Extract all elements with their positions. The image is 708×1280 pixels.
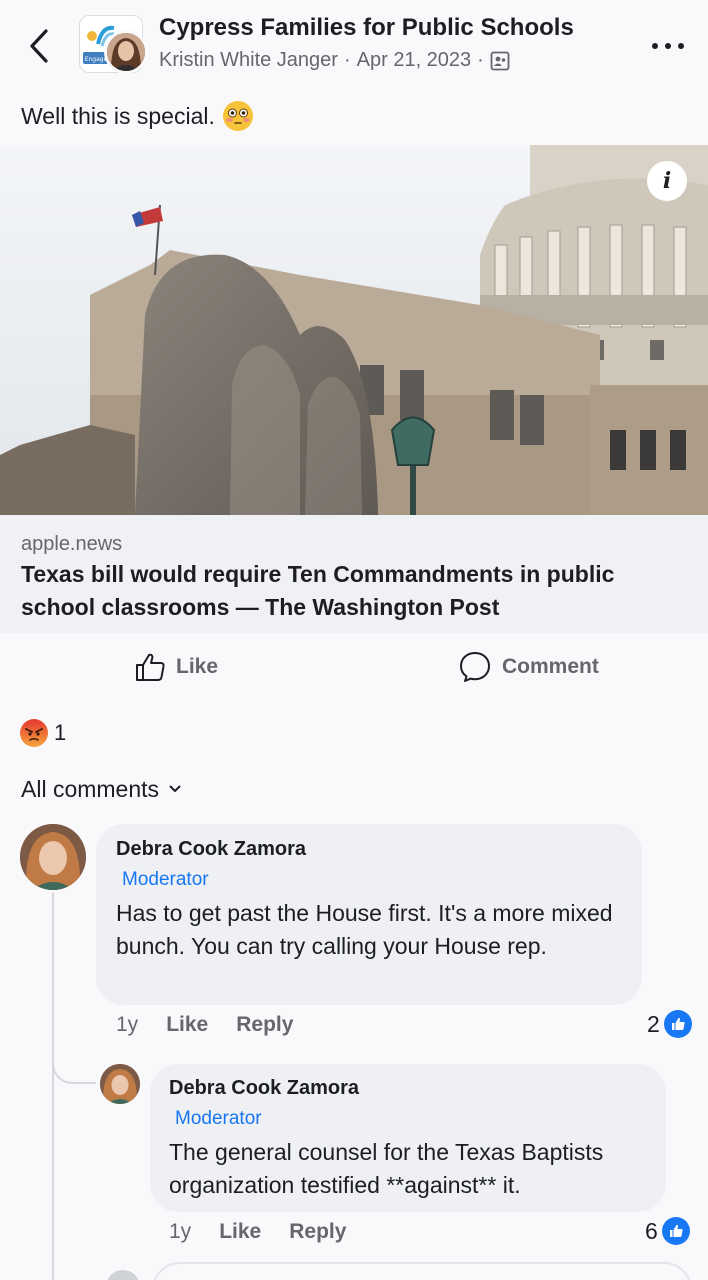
reply-photo — [100, 1064, 140, 1104]
comment-author[interactable]: Debra Cook Zamora — [116, 838, 306, 861]
author-avatar[interactable] — [104, 30, 148, 74]
post-action-bar — [0, 640, 708, 695]
angry-face-icon — [20, 719, 48, 747]
more-options-button[interactable] — [648, 34, 688, 58]
back-button[interactable] — [24, 26, 54, 66]
reply-text: The general counsel for the Texas Baptis… — [169, 1139, 604, 1198]
more-dot-icon — [665, 43, 671, 49]
post-text: Well this is special. — [21, 101, 253, 131]
reply-age[interactable]: 1y — [169, 1220, 191, 1244]
comment-age[interactable]: 1y — [116, 1013, 138, 1037]
info-icon: i — [662, 168, 672, 194]
comment-bubble-icon — [460, 652, 490, 682]
author-name[interactable]: Kristin White Janger — [159, 49, 338, 72]
comment-like-count[interactable]: 2 — [647, 1010, 692, 1038]
comment-label: Comment — [502, 655, 599, 678]
thumbs-up-icon — [136, 653, 165, 681]
flushed-face-icon — [222, 101, 253, 131]
reactions-summary[interactable]: 1 — [20, 717, 66, 749]
group-name[interactable]: Cypress Families for Public Schools — [159, 14, 574, 42]
link-preview-image[interactable] — [0, 145, 708, 515]
comments-filter-label: All comments — [21, 775, 160, 802]
comment-like-button[interactable]: Like — [166, 1013, 208, 1037]
like-count-value: 6 — [645, 1217, 658, 1244]
capitol-photo — [0, 145, 708, 515]
author-photo — [107, 33, 145, 71]
post-meta: Kristin White Janger · Apr 21, 2023 · — [159, 49, 510, 72]
next-reply-bubble[interactable] — [152, 1262, 692, 1280]
reply-connector — [52, 1048, 96, 1084]
comment-actions: 1y Like Reply — [116, 1013, 321, 1037]
like-label: Like — [176, 655, 219, 678]
like-reaction-icon — [661, 1217, 690, 1245]
link-domain: apple.news — [21, 533, 123, 555]
commenter-avatar[interactable] — [20, 824, 86, 890]
info-button[interactable]: i — [647, 161, 687, 201]
commenter-photo — [20, 824, 86, 890]
reply-reply-button[interactable]: Reply — [289, 1220, 346, 1244]
meta-separator: · — [343, 49, 351, 71]
reply-like-button[interactable]: Like — [219, 1220, 261, 1244]
like-count-value: 2 — [647, 1010, 660, 1037]
reaction-count: 1 — [54, 720, 67, 745]
chevron-down-icon — [169, 785, 181, 792]
next-reply-avatar[interactable] — [106, 1270, 140, 1280]
comment-button[interactable]: Comment — [458, 648, 599, 686]
post-body: Well this is special. — [21, 102, 215, 129]
like-reaction-icon — [663, 1010, 692, 1038]
link-title[interactable]: Texas bill would require Ten Commandment… — [21, 558, 691, 624]
members-only-icon — [490, 51, 510, 70]
comments-filter-dropdown[interactable]: All comments — [21, 772, 181, 806]
comment-text: Has to get past the House first. It's a … — [116, 900, 613, 959]
post-date[interactable]: Apr 21, 2023 — [357, 49, 472, 72]
meta-separator-2: · — [477, 49, 484, 71]
moderator-badge: Moderator — [122, 869, 209, 890]
reply-actions: 1y Like Reply — [169, 1220, 374, 1244]
more-dot-icon — [678, 43, 684, 49]
chevron-left-icon — [30, 29, 48, 63]
reply-author[interactable]: Debra Cook Zamora — [169, 1077, 359, 1100]
like-button[interactable]: Like — [134, 648, 218, 686]
more-dot-icon — [652, 43, 658, 49]
thread-line — [52, 893, 54, 1280]
comment-reply-button[interactable]: Reply — [236, 1013, 293, 1037]
moderator-badge: Moderator — [175, 1108, 262, 1129]
reply-avatar[interactable] — [100, 1064, 140, 1104]
reply-like-count[interactable]: 6 — [645, 1217, 690, 1245]
